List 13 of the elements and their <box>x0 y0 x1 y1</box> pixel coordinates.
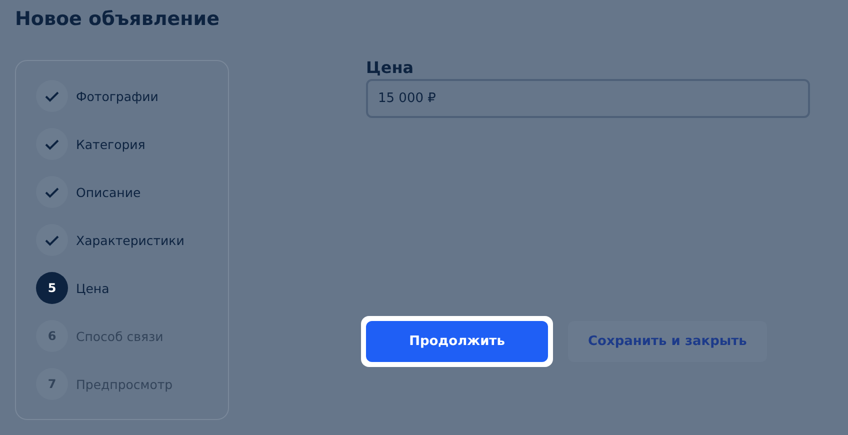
step-label[interactable]: Цена <box>76 280 110 296</box>
page-title: Новое объявление <box>15 8 220 32</box>
price-field[interactable]: 15 000 ₽ <box>366 79 810 118</box>
action-button[interactable]: Продолжить <box>366 321 548 362</box>
field-label: Цена <box>366 58 415 77</box>
step-label[interactable]: Описание <box>76 184 141 200</box>
step-label[interactable]: Фотографии <box>76 88 158 104</box>
step-label[interactable]: Характеристики <box>76 232 184 248</box>
step-number: 5 <box>36 272 68 304</box>
step-number: 6 <box>36 320 68 352</box>
step-label[interactable]: Категория <box>76 136 146 152</box>
step-number: 7 <box>36 368 68 400</box>
action-button[interactable]: Сохранить и закрыть <box>568 321 767 362</box>
